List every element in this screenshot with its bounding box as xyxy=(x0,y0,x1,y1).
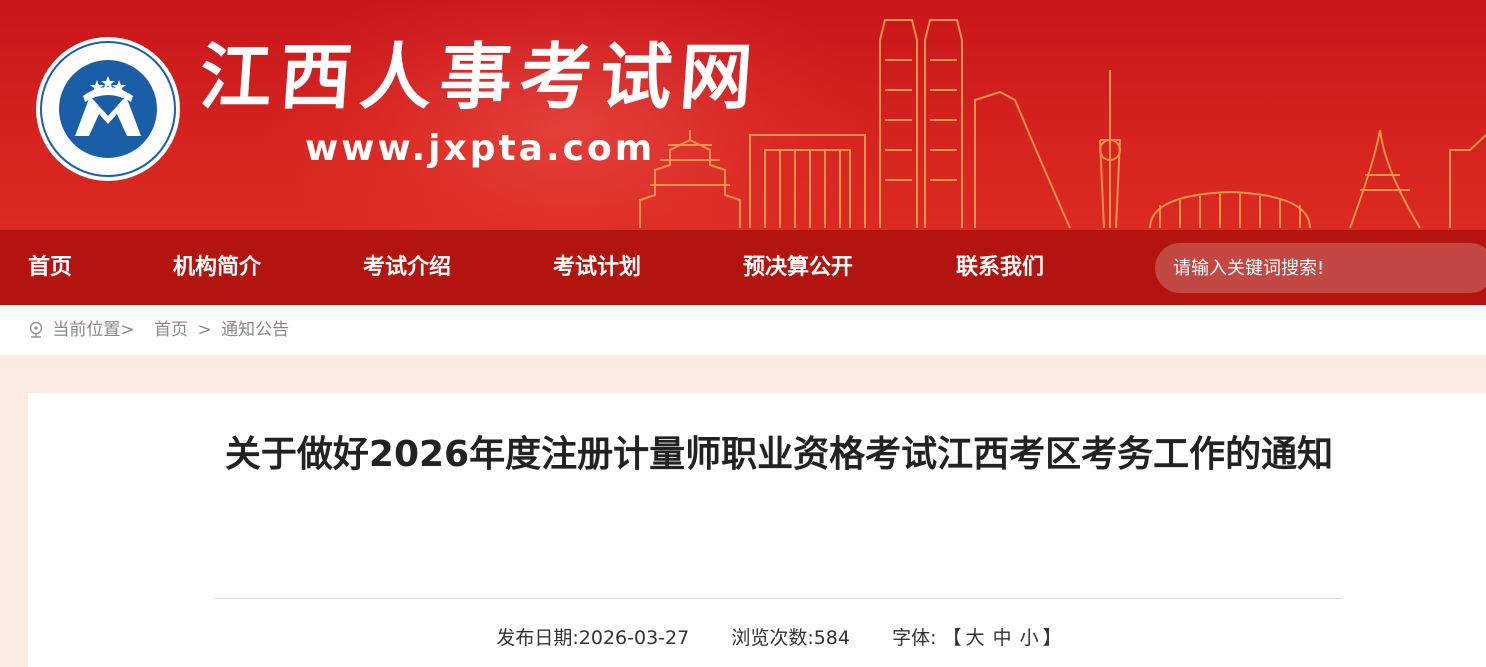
publish-date-value: 2026-03-27 xyxy=(578,627,690,649)
search-box xyxy=(1155,243,1486,293)
article-meta: 发布日期:2026-03-27 浏览次数:584 字体: 【大中小】 xyxy=(215,622,1343,654)
title-divider xyxy=(215,598,1343,599)
location-icon xyxy=(29,321,43,338)
breadcrumb-separator: > xyxy=(197,320,212,340)
view-count-label: 浏览次数: xyxy=(731,627,814,649)
header-banner: 江西人事考试网 www.jxpta.com xyxy=(0,0,1486,230)
breadcrumb-current[interactable]: 通知公告 xyxy=(221,305,289,355)
view-count-value: 584 xyxy=(813,627,850,649)
nav-item-home[interactable]: 首页 xyxy=(28,230,72,305)
nav-item-about[interactable]: 机构简介 xyxy=(173,230,261,305)
breadcrumb-row: 当前位置> 首页 > 通知公告 xyxy=(28,305,289,355)
nav-item-budget[interactable]: 预决算公开 xyxy=(743,230,853,305)
publish-date-label: 发布日期: xyxy=(496,627,579,649)
site-logo[interactable] xyxy=(35,36,181,182)
search-input[interactable] xyxy=(1173,243,1473,293)
font-small-button[interactable]: 小 xyxy=(1020,627,1039,649)
breadcrumb-home-link[interactable]: 首页 xyxy=(154,305,188,355)
breadcrumb-prefix: 当前位置> xyxy=(52,320,135,340)
site-title: 江西人事考试网 xyxy=(197,34,764,119)
font-medium-button[interactable]: 中 xyxy=(993,627,1012,649)
nav-item-exam-intro[interactable]: 考试介绍 xyxy=(363,230,451,305)
article-title: 关于做好2026年度注册计量师职业资格考试江西考区考务工作的通知 xyxy=(224,434,1334,475)
site-url: www.jxpta.com xyxy=(305,128,656,169)
breadcrumb: 当前位置> 首页 > 通知公告 xyxy=(0,305,1486,355)
nav-item-exam-plan[interactable]: 考试计划 xyxy=(553,230,641,305)
bracket-close: 】 xyxy=(1042,627,1062,649)
bracket-open: 【 xyxy=(942,627,962,649)
nav-item-contact[interactable]: 联系我们 xyxy=(956,230,1044,305)
font-large-button[interactable]: 大 xyxy=(966,627,985,649)
font-size-label: 字体: xyxy=(892,627,937,649)
